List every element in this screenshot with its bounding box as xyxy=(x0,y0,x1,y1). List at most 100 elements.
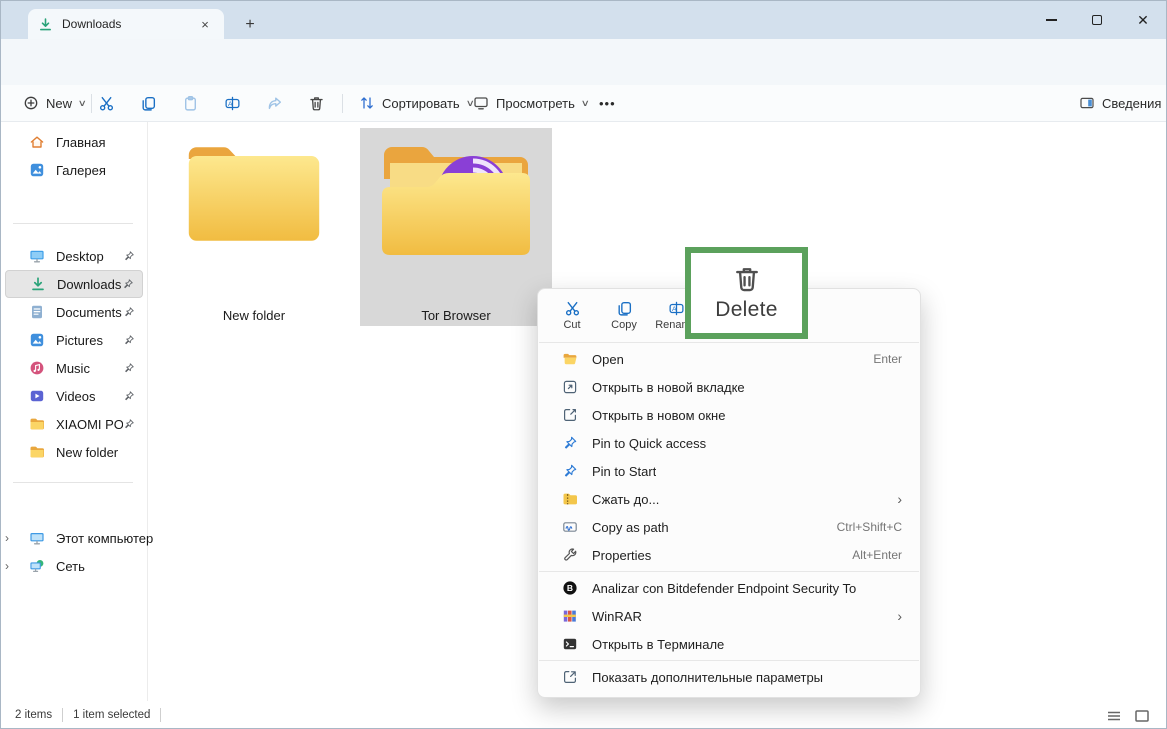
navigation-bar: › Downloads › xyxy=(1,39,1166,85)
maximize-button[interactable] xyxy=(1074,1,1120,39)
submenu-chevron-icon: › xyxy=(897,608,902,624)
menu-item-winrar[interactable]: WinRAR › xyxy=(542,602,916,630)
sidebar-divider xyxy=(147,122,148,701)
shortcut-label: Enter xyxy=(873,352,902,366)
sidebar-section-divider xyxy=(13,223,133,224)
details-panel-icon xyxy=(1079,95,1095,111)
ellipsis-icon: ••• xyxy=(599,96,616,111)
menu-item-pin-to-start[interactable]: Pin to Start xyxy=(542,457,916,485)
folder-tor-icon xyxy=(376,137,536,259)
shortcut-label: Alt+Enter xyxy=(852,548,902,562)
file-label[interactable]: Tor Browser xyxy=(376,308,536,323)
sidebar-item-network[interactable]: › Сеть xyxy=(21,552,159,580)
download-icon xyxy=(30,276,46,292)
menu-item-show-more-options[interactable]: Показать дополнительные параметры xyxy=(542,663,916,691)
copy-menu-button[interactable]: Copy xyxy=(598,293,650,339)
chevron-right-icon[interactable]: › xyxy=(5,531,9,545)
sort-icon xyxy=(359,95,375,111)
sidebar-item-new-folder[interactable]: New folder xyxy=(5,438,143,466)
menu-item-pin-quick-access[interactable]: Pin to Quick access xyxy=(542,429,916,457)
delete-annotation-label: Delete xyxy=(715,298,778,322)
sidebar-item-documents[interactable]: Documents xyxy=(5,298,143,326)
close-icon: ✕ xyxy=(1137,12,1149,29)
menu-item-properties[interactable]: Properties Alt+Enter xyxy=(542,541,916,569)
music-icon xyxy=(29,360,45,376)
bitdefender-icon xyxy=(562,580,578,596)
home-icon xyxy=(29,134,45,150)
new-tab-button[interactable]: + xyxy=(239,14,261,36)
sidebar-item-gallery[interactable]: Галерея xyxy=(5,156,143,184)
menu-item-copy-as-path[interactable]: Copy as path Ctrl+Shift+C xyxy=(542,513,916,541)
thumbnails-view-icon xyxy=(1135,710,1149,722)
file-tile-tor-browser[interactable] xyxy=(376,137,536,264)
tab-title: Downloads xyxy=(62,17,121,31)
pin-icon xyxy=(123,306,135,318)
cut-menu-button[interactable]: Cut xyxy=(546,293,598,339)
sidebar-item-xiaomi-poco[interactable]: XIAOMI POCO F xyxy=(5,410,143,438)
more-options-icon xyxy=(562,669,578,685)
explorer-tab-downloads[interactable]: Downloads × xyxy=(28,9,224,39)
sidebar-item-label: Desktop xyxy=(56,249,104,264)
sidebar-item-this-pc[interactable]: › Этот компьютер xyxy=(21,524,159,552)
desktop-icon xyxy=(29,248,45,264)
file-label[interactable]: New folder xyxy=(174,308,334,323)
gallery-icon xyxy=(29,162,45,178)
thumbnails-view-button[interactable] xyxy=(1130,707,1154,725)
paste-button[interactable] xyxy=(173,88,207,118)
sidebar-item-label: Pictures xyxy=(56,333,103,348)
menu-item-open-new-tab[interactable]: Открыть в новой вкладке xyxy=(542,373,916,401)
items-count: 2 items xyxy=(15,709,52,721)
file-tile-new-folder[interactable] xyxy=(181,139,327,254)
sidebar-item-home[interactable]: Главная xyxy=(5,128,143,156)
sidebar-item-music[interactable]: Music xyxy=(5,354,143,382)
minimize-button[interactable] xyxy=(1028,1,1074,39)
cut-icon xyxy=(564,300,581,317)
details-pane-button[interactable]: Сведения xyxy=(1069,88,1167,118)
menu-item-open-in-terminal[interactable]: Открыть в Терминале xyxy=(542,630,916,658)
sidebar-item-downloads[interactable]: Downloads xyxy=(5,270,143,298)
chevron-right-icon[interactable]: › xyxy=(5,559,9,573)
details-view-icon xyxy=(1107,710,1121,722)
command-toolbar: New ∨ Сортировать ∨ Просмотреть ∨ ••• Св… xyxy=(1,85,1166,122)
delete-icon xyxy=(308,95,325,112)
details-view-button[interactable] xyxy=(1102,707,1126,725)
rename-icon xyxy=(668,300,685,317)
cut-label: Cut xyxy=(563,319,580,331)
computer-icon xyxy=(29,530,45,546)
delete-button[interactable] xyxy=(299,88,333,118)
view-button[interactable]: Просмотреть ∨ xyxy=(463,88,599,118)
menu-divider xyxy=(539,571,919,572)
menu-item-bitdefender-scan[interactable]: Analizar con Bitdefender Endpoint Securi… xyxy=(542,574,916,602)
sidebar-item-label: Downloads xyxy=(57,277,121,292)
tab-close-button[interactable]: × xyxy=(196,15,214,33)
cut-button[interactable] xyxy=(89,88,123,118)
folder-closed-icon xyxy=(181,139,327,249)
document-icon xyxy=(29,304,45,320)
menu-item-compress-to[interactable]: Сжать до... › xyxy=(542,485,916,513)
open-new-tab-icon xyxy=(562,379,578,395)
sidebar-item-desktop[interactable]: Desktop xyxy=(5,242,143,270)
new-button[interactable]: New ∨ xyxy=(13,88,96,118)
sidebar-item-videos[interactable]: Videos xyxy=(5,382,143,410)
delete-annotation-highlight[interactable]: Delete xyxy=(685,247,808,339)
copy-icon xyxy=(140,95,157,112)
rename-button[interactable] xyxy=(215,88,249,118)
menu-item-open[interactable]: Open Enter xyxy=(542,345,916,373)
new-button-label: New xyxy=(46,96,72,111)
pin-icon xyxy=(123,418,135,430)
more-button[interactable]: ••• xyxy=(589,88,626,118)
pin-icon xyxy=(123,334,135,346)
selected-count: 1 item selected xyxy=(73,709,150,721)
close-button[interactable]: ✕ xyxy=(1120,1,1166,39)
download-icon xyxy=(38,17,53,32)
folder-icon xyxy=(29,444,45,460)
window-controls: ✕ xyxy=(1028,1,1166,39)
rename-icon xyxy=(224,95,241,112)
pin-icon xyxy=(123,362,135,374)
sidebar-item-label: Documents xyxy=(56,305,122,320)
menu-item-open-new-window[interactable]: Открыть в новом окне xyxy=(542,401,916,429)
copy-button[interactable] xyxy=(131,88,165,118)
share-button[interactable] xyxy=(257,88,291,118)
sidebar-item-label: Галерея xyxy=(56,163,106,178)
sidebar-item-pictures[interactable]: Pictures xyxy=(5,326,143,354)
